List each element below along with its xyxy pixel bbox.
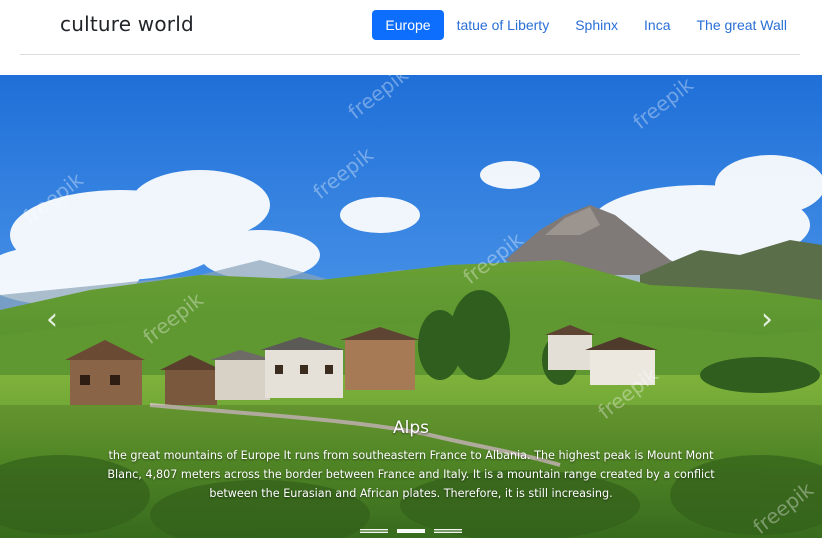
- hero-carousel: freepik freepik freepik freepik freepik …: [0, 75, 822, 538]
- nav-item-statue-of-liberty[interactable]: tatue of Liberty: [444, 10, 563, 40]
- caption-title: Alps: [392, 418, 429, 438]
- nav-item-inca[interactable]: Inca: [631, 10, 683, 40]
- carousel-indicator-1[interactable]: [360, 529, 388, 533]
- nav-item-sphinx[interactable]: Sphinx: [562, 10, 631, 40]
- carousel-caption: Alps the great mountains of Europe It ru…: [100, 418, 722, 503]
- chevron-right-icon: ›: [761, 302, 773, 337]
- carousel-indicator-3[interactable]: [434, 529, 462, 533]
- carousel-next-button[interactable]: ›: [747, 300, 787, 340]
- carousel-indicator-2[interactable]: [397, 529, 425, 533]
- brand-logo[interactable]: culture world: [60, 12, 194, 36]
- carousel-prev-button[interactable]: ‹: [32, 300, 72, 340]
- caption-text: the great mountains of Europe It runs fr…: [107, 449, 715, 500]
- carousel-indicators: [360, 529, 462, 535]
- chevron-left-icon: ‹: [46, 302, 58, 337]
- nav-tabs: Europe tatue of Liberty Sphinx Inca The …: [372, 9, 800, 41]
- nav-item-great-wall[interactable]: The great Wall: [683, 10, 800, 40]
- nav-item-europe[interactable]: Europe: [372, 10, 444, 40]
- navbar: culture world Europe tatue of Liberty Sp…: [20, 0, 800, 55]
